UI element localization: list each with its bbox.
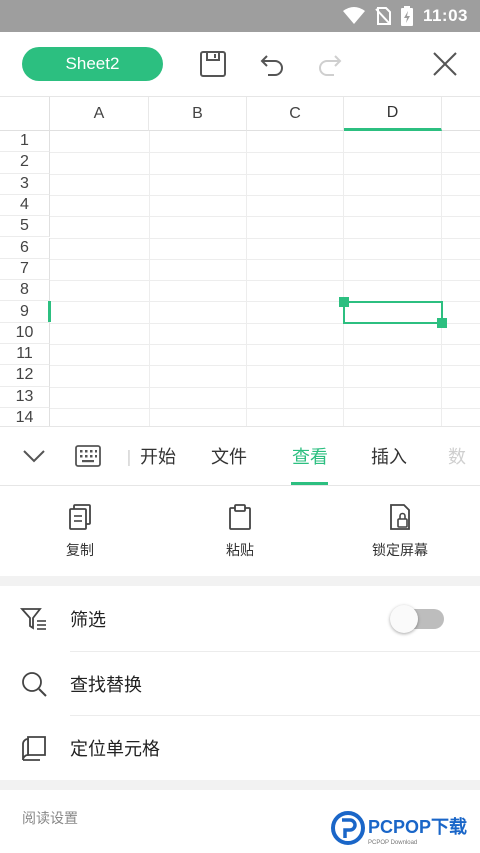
top-toolbar: Sheet2: [0, 32, 480, 96]
pcpop-watermark-logo: PCPOP下载 PCPOP Download: [331, 811, 467, 846]
close-icon[interactable]: [429, 48, 461, 80]
find-replace-label: 查找替换: [70, 675, 142, 696]
wifi-icon: [342, 7, 365, 24]
tab-insert[interactable]: 插入: [363, 427, 415, 485]
grid-corner: [0, 97, 50, 131]
locate-cell-icon: [22, 736, 46, 761]
row-header-8[interactable]: 8: [0, 280, 50, 302]
column-header-d[interactable]: D: [344, 97, 442, 131]
filter-toggle-knob: [390, 605, 418, 633]
spreadsheet-grid[interactable]: A B C D 1 2 3 4 5 6 7 8 9 10 11 12 13 14: [0, 96, 480, 426]
redo-icon[interactable]: [314, 48, 346, 80]
save-icon[interactable]: [197, 48, 229, 80]
row-header-1[interactable]: 1: [0, 131, 50, 153]
copy-label: 复制: [66, 543, 94, 559]
row-header-4[interactable]: 4: [0, 194, 50, 217]
lock-screen-label: 锁定屏幕: [372, 543, 428, 559]
row-header-7[interactable]: 7: [0, 258, 50, 281]
row-header-5[interactable]: 5: [0, 216, 50, 238]
row-header-3[interactable]: 3: [0, 173, 50, 195]
sheet-name-button[interactable]: Sheet2: [22, 47, 163, 81]
paste-button[interactable]: 粘贴: [180, 504, 300, 560]
row-header-14[interactable]: 14: [0, 407, 50, 426]
paste-icon: [229, 504, 251, 530]
ribbon-tab-bar: | 开始 文件 查看 插入 数: [0, 426, 480, 486]
column-header-a[interactable]: A: [50, 97, 149, 131]
watermark-sub: PCPOP Download: [368, 840, 417, 846]
goto-cell-row[interactable]: 定位单元格: [0, 716, 480, 780]
row-header-2[interactable]: 2: [0, 152, 50, 174]
selection-end-handle[interactable]: [437, 318, 447, 328]
collapse-chevron-icon[interactable]: [14, 427, 54, 485]
status-bar: 11:03: [0, 0, 480, 32]
tab-file[interactable]: 文件: [203, 427, 255, 485]
filter-label: 筛选: [70, 610, 106, 631]
row-header-13[interactable]: 13: [0, 386, 50, 408]
active-tab-underline: [291, 482, 328, 485]
goto-cell-label: 定位单元格: [70, 739, 160, 760]
undo-icon[interactable]: [256, 48, 288, 80]
row-header-12[interactable]: 12: [0, 365, 50, 387]
selection-start-handle[interactable]: [339, 297, 349, 307]
row-header-10[interactable]: 10: [0, 322, 50, 344]
tab-view[interactable]: 查看: [284, 427, 336, 485]
search-icon: [22, 672, 47, 697]
row-header-11[interactable]: 11: [0, 344, 50, 366]
tab-home[interactable]: 开始: [136, 427, 176, 485]
reading-settings-title: 阅读设置: [22, 811, 78, 827]
lock-screen-button[interactable]: 锁定屏幕: [340, 504, 460, 560]
row-header-6[interactable]: 6: [0, 237, 50, 259]
lock-screen-icon: [390, 504, 410, 530]
section-separator: [0, 780, 480, 790]
no-sim-icon: [375, 7, 391, 25]
column-header-b[interactable]: B: [149, 97, 247, 131]
paste-label: 粘贴: [226, 543, 254, 559]
section-separator: [0, 576, 480, 586]
column-header-c[interactable]: C: [247, 97, 344, 131]
keyboard-icon[interactable]: [66, 427, 110, 485]
filter-row[interactable]: 筛选: [0, 587, 480, 651]
column-header-e[interactable]: [442, 97, 480, 131]
watermark-brand: PCPOP下载: [368, 816, 467, 837]
find-replace-row[interactable]: 查找替换: [0, 652, 480, 716]
copy-button[interactable]: 复制: [20, 504, 140, 560]
tab-scroll-divider: |: [126, 446, 132, 466]
row-header-9[interactable]: 9: [0, 301, 50, 323]
battery-charging-icon: [400, 6, 413, 26]
tab-data[interactable]: 数: [448, 427, 478, 485]
selected-cell-d9[interactable]: [343, 301, 443, 324]
status-time: 11:03: [422, 6, 468, 25]
filter-icon: [20, 608, 46, 630]
active-row-marker: [48, 301, 51, 323]
filter-toggle[interactable]: [390, 605, 444, 633]
view-actions-panel: 复制 粘贴 锁定屏幕: [0, 486, 480, 576]
copy-icon: [69, 504, 91, 530]
